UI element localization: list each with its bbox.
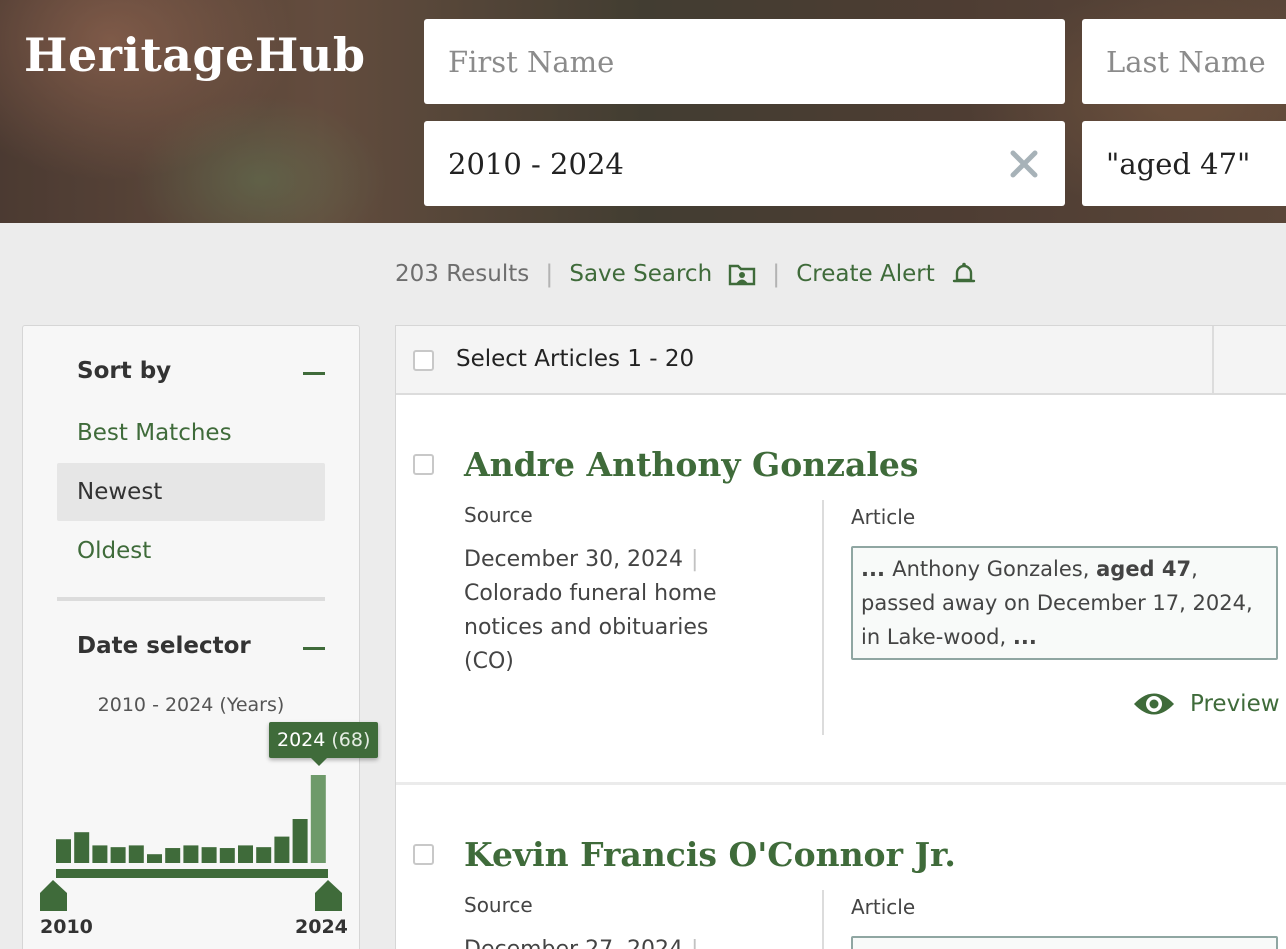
result-title[interactable]: Andre Anthony Gonzales	[464, 445, 918, 484]
filter-sidebar: Sort by Best Matches Newest Oldest Date …	[22, 325, 379, 949]
range-start-handle[interactable]	[40, 880, 67, 911]
select-articles-label: Select Articles 1 - 20	[456, 346, 695, 372]
date-histogram[interactable]	[23, 326, 359, 949]
folder-user-icon	[728, 262, 756, 286]
select-articles-bar: Select Articles 1 - 20	[396, 326, 1286, 395]
source-info: December 30, 2024 | Colorado funeral home…	[464, 543, 764, 679]
slider-track[interactable]	[56, 869, 328, 878]
histogram-bar[interactable]	[165, 848, 181, 863]
histogram-bar[interactable]	[147, 854, 162, 863]
column-divider	[822, 500, 824, 735]
date-range-value: 2010 - 2024	[448, 146, 624, 181]
tooltip-year: 2024	[277, 729, 326, 751]
histogram-bar[interactable]	[201, 847, 217, 863]
article-label: Article	[851, 895, 916, 919]
results-toolbar: 203 Results | Save Search | Create Alert	[395, 256, 977, 292]
preview-label: Preview	[1190, 691, 1280, 717]
range-end-label: 2024	[295, 916, 348, 938]
snippet-highlight: aged 47	[1096, 557, 1192, 581]
histogram-bar[interactable]	[128, 845, 144, 863]
separator: |	[545, 260, 554, 288]
publication-date: December 27, 2024	[464, 937, 683, 949]
histogram-bar[interactable]	[274, 836, 290, 863]
histogram-tooltip: 2024 (68)	[269, 722, 379, 766]
preview-button[interactable]: Preview	[1132, 689, 1280, 719]
header-banner: HeritageHub First Name Last Name 2010 - …	[0, 0, 1286, 223]
snippet-text: Anthony Gonzales,	[892, 557, 1097, 581]
save-search-label: Save Search	[569, 261, 713, 287]
article-snippet: ... Anthony Gonzales, aged 47, passed aw…	[851, 546, 1278, 660]
pipe-separator: |	[691, 547, 699, 572]
source-info: December 27, 2024 |	[464, 933, 764, 949]
select-all-checkbox[interactable]	[413, 350, 434, 371]
ellipsis-end: ...	[1012, 625, 1037, 649]
histogram-bar[interactable]	[56, 839, 71, 863]
date-range-input[interactable]: 2010 - 2024	[424, 121, 1065, 206]
tooltip-count: (68)	[331, 729, 371, 751]
publication-source[interactable]: Colorado funeral home notices and obitua…	[464, 581, 717, 674]
pipe-separator: |	[691, 937, 698, 949]
result-title[interactable]: Kevin Francis O'Connor Jr.	[464, 835, 956, 874]
article-label: Article	[851, 505, 916, 529]
logo[interactable]: HeritageHub	[24, 28, 366, 82]
create-alert-label: Create Alert	[796, 261, 935, 287]
card-separator	[396, 782, 1286, 785]
source-label: Source	[464, 893, 533, 917]
range-end-handle[interactable]	[315, 880, 342, 911]
results-list: Select Articles 1 - 20 Andre Anthony Gon…	[395, 325, 1286, 949]
histogram-bar[interactable]	[238, 845, 253, 863]
clear-icon[interactable]	[1009, 149, 1039, 179]
ellipsis-start: ...	[861, 557, 893, 581]
histogram-bar[interactable]	[292, 819, 308, 863]
result-checkbox[interactable]	[413, 454, 434, 475]
article-snippet	[851, 936, 1278, 949]
save-search-button[interactable]: Save Search	[569, 261, 756, 287]
range-start-label: 2010	[40, 916, 93, 938]
histogram-bar[interactable]	[110, 847, 126, 863]
column-divider	[822, 890, 824, 949]
toolbar-divider	[1212, 326, 1214, 395]
first-name-input[interactable]: First Name	[424, 19, 1065, 104]
histogram-bar[interactable]	[256, 847, 272, 863]
result-checkbox[interactable]	[413, 844, 434, 865]
histogram-bar[interactable]	[92, 845, 108, 863]
bell-icon	[951, 261, 977, 287]
separator: |	[772, 260, 781, 288]
eye-icon	[1132, 689, 1176, 719]
histogram-bar[interactable]	[74, 832, 90, 863]
histogram-bar[interactable]	[183, 845, 199, 863]
create-alert-button[interactable]: Create Alert	[796, 261, 976, 287]
last-name-input[interactable]: Last Name	[1082, 19, 1286, 104]
histogram-bar[interactable]	[219, 848, 235, 863]
publication-date: December 30, 2024	[464, 547, 684, 572]
results-count: 203 Results	[395, 261, 530, 287]
keyword-input[interactable]: "aged 47"	[1082, 121, 1286, 206]
histogram-bar[interactable]	[310, 775, 326, 863]
source-label: Source	[464, 503, 533, 527]
